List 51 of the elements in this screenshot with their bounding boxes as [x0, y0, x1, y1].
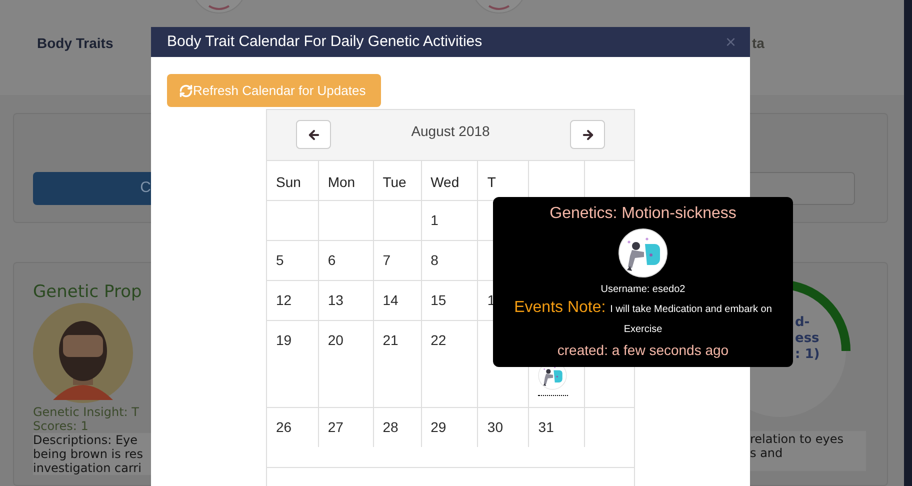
day-cell[interactable]: 5 — [267, 241, 319, 280]
description-text: Descriptions: Eye — [33, 433, 139, 447]
weekday-header: Mon — [318, 161, 374, 200]
day-cell[interactable]: 21 — [374, 321, 422, 407]
weekday-header: Wed — [422, 161, 478, 200]
avatar-icon — [33, 303, 133, 403]
section-label: ta — [752, 35, 764, 51]
section-label: Body Traits — [37, 35, 114, 51]
person-leaning-icon — [618, 228, 668, 278]
day-cell[interactable]: 7 — [374, 241, 422, 280]
day-cell[interactable]: 14 — [374, 281, 422, 320]
day-cell[interactable]: 12 — [267, 281, 319, 320]
gauge-label: : 1) — [795, 347, 820, 363]
day-cell[interactable]: 26 — [267, 408, 319, 447]
previous-month-button[interactable] — [296, 120, 331, 149]
day-cell[interactable]: 30 — [478, 408, 530, 447]
scores-text: Scores: 1 — [33, 419, 90, 433]
description-text: s and — [750, 446, 784, 460]
day-cell[interactable]: 20 — [318, 321, 374, 407]
action-button[interactable]: C — [33, 172, 151, 205]
username-text: Username: esedo2 — [600, 284, 686, 296]
insight-text: Genetic Insight: T — [33, 405, 140, 419]
refresh-icon — [179, 84, 193, 98]
month-title: August 2018 — [411, 122, 490, 141]
day-cell[interactable]: 22 — [422, 321, 478, 407]
gauge-label: d- — [795, 315, 811, 331]
day-cell[interactable]: 6 — [318, 241, 374, 280]
note-label: Events Note: — [514, 299, 606, 316]
day-cell[interactable]: 28 — [374, 408, 422, 447]
day-cell[interactable]: 13 — [318, 281, 374, 320]
arrow-right-icon — [580, 128, 594, 142]
day-cell[interactable]: 27 — [318, 408, 374, 447]
day-cell[interactable]: 15 — [422, 281, 478, 320]
day-cell[interactable]: 31 — [529, 408, 586, 447]
description-text: relation to eyes — [750, 432, 845, 446]
tooltip-title: Genetics: Motion-sickness — [550, 204, 736, 224]
input-field[interactable] — [750, 172, 855, 205]
weekday-header: Tue — [374, 161, 422, 200]
created-text: created: a few seconds ago — [557, 341, 729, 359]
note-text: I will take Medication and embark on Exercise — [610, 304, 772, 335]
description-text: investigation carri — [33, 461, 142, 475]
gauge-label: ess — [795, 331, 820, 347]
description-text: being brown is res — [33, 447, 144, 461]
day-cell[interactable]: 19 — [267, 321, 319, 407]
weekday-header: Sun — [267, 161, 319, 200]
next-month-button[interactable] — [570, 120, 605, 149]
day-cell[interactable]: 29 — [422, 408, 478, 447]
panel-title: Genetic Prop — [33, 281, 143, 303]
day-cell[interactable]: 1 — [422, 201, 478, 240]
dialog-title: Body Trait Calendar For Daily Genetic Activities — [167, 32, 482, 52]
day-cell[interactable]: 8 — [422, 241, 478, 280]
